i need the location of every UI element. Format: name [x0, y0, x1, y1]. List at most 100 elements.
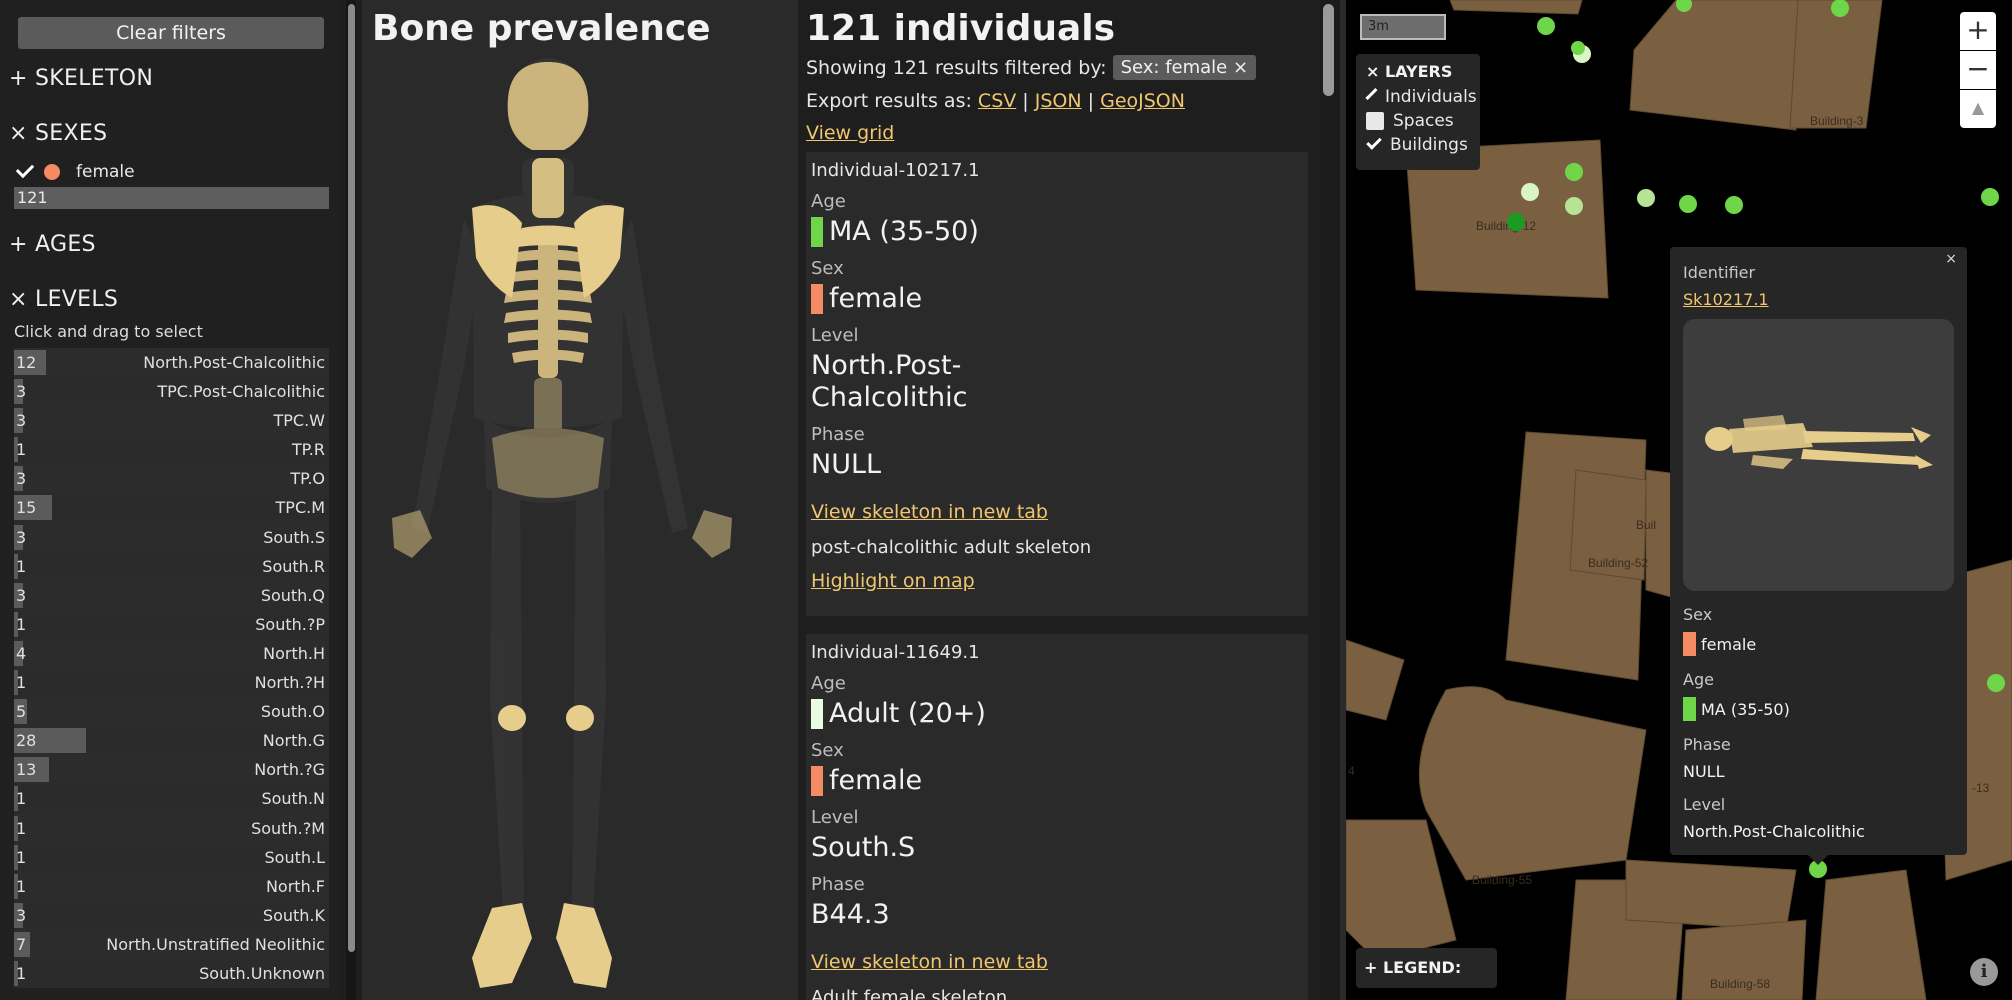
- building-shape[interactable]: [1449, 0, 1583, 15]
- building-shape[interactable]: [1789, 0, 1883, 129]
- level-label: Level: [811, 325, 859, 346]
- left-foot-bone[interactable]: [472, 903, 532, 988]
- right-patella-bone[interactable]: [566, 705, 594, 731]
- skeleton-thumbnail[interactable]: [1683, 319, 1954, 591]
- level-row[interactable]: 3 South.S: [14, 522, 329, 552]
- individual-marker[interactable]: [1537, 17, 1555, 35]
- sexes-section-toggle[interactable]: × SEXES: [9, 121, 107, 146]
- female-color-dot: [44, 164, 60, 180]
- level-row[interactable]: 1 TP.R: [14, 435, 329, 465]
- levels-section-toggle[interactable]: × LEVELS: [9, 287, 118, 312]
- layer-label: Spaces: [1393, 111, 1454, 131]
- level-row[interactable]: 3 TP.O: [14, 464, 329, 494]
- level-count: 3: [16, 469, 27, 489]
- layer-label: Buildings: [1390, 135, 1468, 155]
- cervical-spine-bone[interactable]: [532, 158, 564, 218]
- level-row[interactable]: 3 South.Q: [14, 580, 329, 610]
- view-skeleton-link[interactable]: View skeleton in new tab: [811, 951, 1048, 973]
- level-row[interactable]: 1 South.Unknown: [14, 958, 329, 989]
- building-shape[interactable]: [1625, 859, 1797, 931]
- results-scrollbar-thumb[interactable]: [1323, 4, 1334, 96]
- ages-section-toggle[interactable]: + AGES: [9, 232, 96, 257]
- result-identifier: Individual-10217.1: [811, 160, 980, 181]
- level-row[interactable]: 1 North.?H: [14, 668, 329, 698]
- level-count: 1: [16, 673, 27, 693]
- filter-chip-sex-female[interactable]: Sex: female ×: [1112, 55, 1257, 80]
- level-row[interactable]: 3 TPC.Post-Chalcolithic: [14, 377, 329, 407]
- highlight-on-map-link[interactable]: Highlight on map: [811, 570, 975, 592]
- export-geojson-link[interactable]: GeoJSON: [1100, 90, 1185, 112]
- layer-spaces[interactable]: Spaces: [1366, 109, 1470, 133]
- building-shape[interactable]: [1346, 639, 1405, 721]
- level-row[interactable]: 5 South.O: [14, 697, 329, 727]
- building-label: -13: [1972, 781, 1990, 795]
- individual-marker[interactable]: [1637, 189, 1655, 207]
- popup-phase-label: Phase: [1683, 735, 1731, 754]
- right-foot-bone[interactable]: [556, 903, 612, 988]
- level-count: 5: [16, 702, 27, 722]
- individual-marker[interactable]: [1987, 674, 2005, 692]
- skull-bone[interactable]: [507, 62, 589, 150]
- age-swatch: [1683, 697, 1696, 721]
- export-csv-link[interactable]: CSV: [978, 90, 1016, 112]
- individual-marker[interactable]: [1981, 188, 1999, 206]
- level-name: South.S: [263, 527, 325, 547]
- layer-individuals[interactable]: Individuals: [1365, 85, 1477, 109]
- individual-marker[interactable]: [1725, 196, 1743, 214]
- individual-popup: × Identifier Sk10217.1 Sex female Age MA…: [1670, 247, 1967, 855]
- zoom-in-button[interactable]: +: [1960, 12, 1996, 50]
- individual-marker[interactable]: [1565, 197, 1583, 215]
- layers-toggle[interactable]: × LAYERS: [1366, 62, 1470, 81]
- individual-marker[interactable]: [1679, 195, 1697, 213]
- level-row[interactable]: 3 TPC.W: [14, 406, 329, 436]
- building-shape[interactable]: [1418, 686, 1647, 881]
- individual-marker[interactable]: [1507, 213, 1525, 231]
- building-shape[interactable]: [1346, 819, 1457, 961]
- right-hand-bone[interactable]: [692, 510, 732, 558]
- checkbox-empty-icon: [1366, 112, 1384, 130]
- results-scrollbar-track[interactable]: [1320, 0, 1340, 1000]
- phase-value: NULL: [811, 449, 882, 480]
- clear-filters-button[interactable]: Clear filters: [18, 17, 324, 49]
- individual-marker[interactable]: [1571, 41, 1585, 55]
- left-patella-bone[interactable]: [498, 705, 526, 731]
- view-grid-link[interactable]: View grid: [806, 122, 894, 144]
- sex-label: Sex: [811, 258, 844, 279]
- popup-identifier-link[interactable]: Sk10217.1: [1683, 290, 1769, 309]
- level-row[interactable]: 1 South.?P: [14, 609, 329, 639]
- export-json-link[interactable]: JSON: [1035, 90, 1082, 112]
- level-row[interactable]: 13 North.?G: [14, 755, 329, 785]
- level-row[interactable]: 1 North.F: [14, 871, 329, 901]
- sex-swatch: [811, 766, 823, 796]
- skeleton-section-toggle[interactable]: + SKELETON: [9, 66, 153, 91]
- legend-age-toggle[interactable]: + LEGEND: AGE: [1356, 948, 1497, 1000]
- level-row[interactable]: 15 TPC.M: [14, 493, 329, 523]
- filter-scrollbar-thumb[interactable]: [348, 4, 355, 952]
- level-count: 1: [16, 876, 27, 896]
- building-shape[interactable]: [1629, 0, 1799, 131]
- reset-north-button[interactable]: ▲: [1960, 90, 1996, 128]
- level-row[interactable]: 3 South.K: [14, 900, 329, 930]
- individual-marker[interactable]: [1521, 183, 1539, 201]
- close-icon[interactable]: ×: [1945, 251, 1957, 267]
- level-row[interactable]: 4 North.H: [14, 638, 329, 669]
- level-row[interactable]: 1 South.R: [14, 551, 329, 581]
- layer-buildings[interactable]: Buildings: [1366, 133, 1470, 157]
- individual-marker[interactable]: [1565, 163, 1583, 181]
- level-row[interactable]: 1 South.L: [14, 842, 329, 872]
- level-row[interactable]: 1 South.?M: [14, 813, 329, 843]
- view-skeleton-link[interactable]: View skeleton in new tab: [811, 501, 1048, 523]
- skeleton-diagram[interactable]: [372, 58, 792, 998]
- level-row[interactable]: 7 North.Unstratified Neolithic: [14, 929, 329, 959]
- zoom-out-button[interactable]: −: [1960, 51, 1996, 89]
- sex-option-female[interactable]: female: [14, 159, 135, 184]
- info-icon[interactable]: i: [1970, 958, 1998, 986]
- level-row[interactable]: 12 North.Post-Chalcolithic: [14, 348, 329, 378]
- sex-value: female: [829, 765, 923, 796]
- level-row[interactable]: 28 North.G: [14, 726, 329, 756]
- level-name: North.G: [262, 731, 325, 751]
- level-value: South.S: [811, 832, 916, 863]
- level-row[interactable]: 1 South.N: [14, 784, 329, 814]
- building-shape[interactable]: [1815, 869, 1927, 1000]
- sex-count-bar[interactable]: 121: [14, 187, 329, 209]
